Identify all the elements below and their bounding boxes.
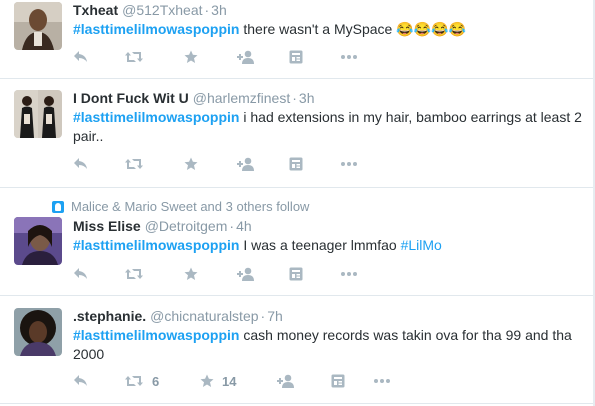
- retweet-button[interactable]: [124, 264, 152, 284]
- timestamp[interactable]: 3h: [299, 90, 315, 106]
- tweet-header: I Dont Fuck Wit U @harlemzfinest · 3h: [73, 89, 314, 107]
- hashtag-link[interactable]: #lasttimelilmowaspoppin: [73, 237, 239, 253]
- retweet-icon: [125, 52, 143, 62]
- tweet-actions: 6 14: [73, 371, 473, 391]
- media-icon: [289, 267, 303, 281]
- tweet-header: .stephanie. @chicnaturalstep · 7h: [73, 307, 283, 325]
- author-name[interactable]: Txheat: [73, 2, 118, 18]
- retweet-button[interactable]: [124, 154, 152, 174]
- media-button[interactable]: [289, 47, 303, 67]
- tweet-actions: [73, 264, 473, 284]
- reply-icon: [74, 51, 87, 62]
- favorite-count: 14: [222, 373, 237, 389]
- author-name[interactable]: Miss Elise: [73, 218, 141, 234]
- favorite-button[interactable]: [184, 47, 206, 67]
- follow-button[interactable]: [236, 154, 256, 174]
- favorite-icon: [184, 267, 198, 280]
- tweet-body: there wasn't a MySpace: [239, 21, 397, 37]
- favorite-button[interactable]: 14: [200, 371, 236, 391]
- author-handle[interactable]: @harlemzfinest: [193, 90, 290, 106]
- follow-button[interactable]: [236, 264, 256, 284]
- separator: ·: [260, 308, 266, 324]
- author-name[interactable]: I Dont Fuck Wit U: [73, 90, 189, 106]
- reply-icon: [74, 158, 87, 169]
- reply-icon: [74, 268, 87, 279]
- retweet-count: 6: [152, 373, 160, 389]
- follow-button[interactable]: [236, 47, 256, 67]
- follow-button[interactable]: [276, 371, 296, 391]
- author-handle[interactable]: @512Txheat: [122, 2, 202, 18]
- separator: ·: [229, 218, 235, 234]
- follow-icon: [237, 267, 254, 281]
- media-icon: [331, 374, 345, 388]
- timestamp[interactable]: 7h: [267, 308, 283, 324]
- tweet-text: #lasttimelilmowaspoppin cash money recor…: [73, 326, 583, 364]
- tweet[interactable]: I Dont Fuck Wit U @harlemzfinest · 3h #last…: [0, 79, 595, 187]
- hashtag-link[interactable]: #lasttimelilmowaspoppin: [73, 327, 239, 343]
- reply-button[interactable]: [73, 47, 89, 67]
- reply-button[interactable]: [73, 264, 89, 284]
- avatar[interactable]: [14, 308, 62, 356]
- follow-icon: [237, 50, 254, 64]
- hashtag-link[interactable]: #lasttimelilmowaspoppin: [73, 109, 239, 125]
- separator: ·: [292, 90, 297, 106]
- tweet-actions: [73, 47, 473, 67]
- follow-icon: [277, 374, 294, 388]
- more-icon: [341, 272, 357, 276]
- divider: [0, 403, 595, 404]
- media-button[interactable]: [331, 371, 345, 391]
- author-handle[interactable]: @chicnaturalstep: [150, 308, 258, 324]
- more-button[interactable]: [373, 371, 391, 391]
- tweet[interactable]: .stephanie. @chicnaturalstep · 7h #lasttime…: [0, 296, 595, 406]
- favorite-icon: [200, 374, 214, 387]
- hashtag-link[interactable]: #lasttimelilmowaspoppin: [73, 21, 239, 37]
- more-icon: [374, 379, 390, 383]
- retweet-button[interactable]: [124, 47, 152, 67]
- follow-icon: [237, 157, 254, 171]
- hashtag-link[interactable]: #LilMo: [401, 237, 442, 253]
- favorite-icon: [184, 157, 198, 170]
- avatar[interactable]: [14, 90, 62, 138]
- emoji: 😂😂😂😂: [396, 21, 466, 37]
- tweet-text: #lasttimelilmowaspoppin i had extensions…: [73, 108, 583, 146]
- more-button[interactable]: [340, 154, 358, 174]
- separator: ·: [204, 2, 210, 18]
- follow-context[interactable]: Malice & Mario Sweet and 3 others follow: [52, 199, 309, 215]
- media-icon: [289, 157, 303, 171]
- tweet-body: I was a teenager lmmfao: [239, 237, 401, 253]
- retweet-icon: [125, 376, 143, 386]
- favorite-button[interactable]: [184, 264, 206, 284]
- avatar[interactable]: [14, 217, 62, 265]
- favorite-icon: [184, 50, 198, 63]
- tweet-text: #lasttimelilmowaspoppin I was a teenager…: [73, 236, 583, 255]
- media-button[interactable]: [289, 264, 303, 284]
- tweet-header: Miss Elise @Detroitgem · 4h: [73, 217, 252, 235]
- favorite-button[interactable]: [184, 154, 206, 174]
- tweet[interactable]: Txheat @512Txheat · 3h #lasttimelilmowaspop…: [0, 0, 595, 78]
- retweet-button[interactable]: 6: [124, 371, 159, 391]
- reply-button[interactable]: [73, 154, 89, 174]
- person-icon: [52, 201, 64, 213]
- tweet-text: #lasttimelilmowaspoppin there wasn't a M…: [73, 20, 583, 39]
- follow-context-text: Malice & Mario Sweet and 3 others follow: [71, 199, 310, 214]
- more-icon: [341, 162, 357, 166]
- tweet-actions: [73, 154, 473, 174]
- timestamp[interactable]: 3h: [211, 2, 227, 18]
- tweet-header: Txheat @512Txheat · 3h: [73, 1, 227, 19]
- more-button[interactable]: [340, 47, 358, 67]
- author-name[interactable]: .stephanie.: [73, 308, 146, 324]
- retweet-icon: [125, 159, 143, 169]
- reply-icon: [74, 375, 87, 386]
- author-handle[interactable]: @Detroitgem: [145, 218, 228, 234]
- more-icon: [341, 55, 357, 59]
- retweet-icon: [125, 269, 143, 279]
- media-button[interactable]: [289, 154, 303, 174]
- media-icon: [289, 50, 303, 64]
- tweet[interactable]: Malice & Mario Sweet and 3 others follow…: [0, 188, 595, 295]
- timestamp[interactable]: 4h: [236, 218, 252, 234]
- avatar[interactable]: [14, 2, 62, 50]
- reply-button[interactable]: [73, 371, 89, 391]
- more-button[interactable]: [340, 264, 358, 284]
